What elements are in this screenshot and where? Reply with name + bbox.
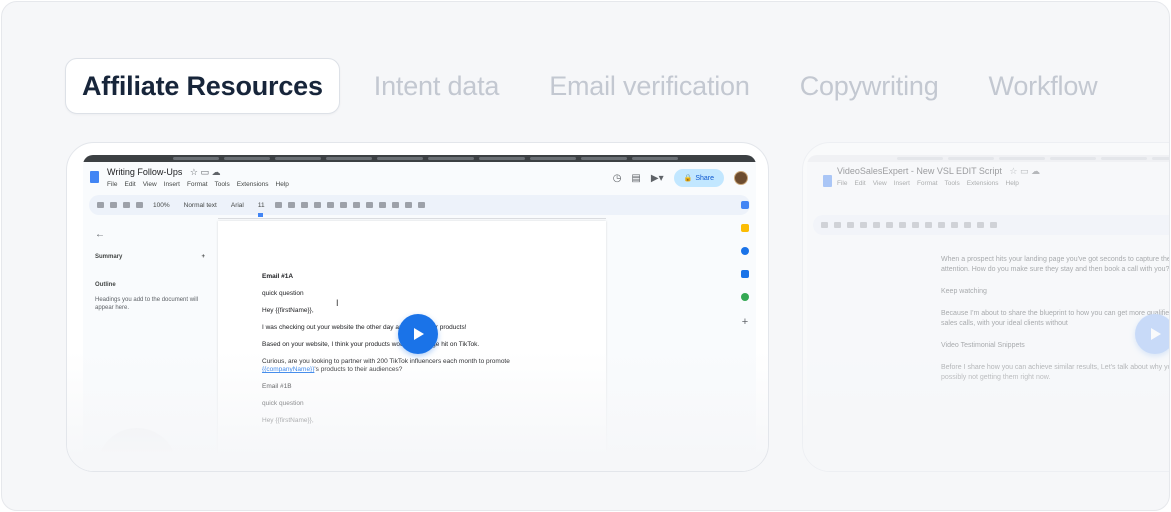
outline-hint: Headings you add to the document will ap… xyxy=(95,297,199,311)
side-panel-rail: + xyxy=(734,195,756,471)
docs-icon xyxy=(90,171,99,183)
tab-copywriting[interactable]: Copywriting xyxy=(784,58,955,114)
video-thumbnail: VideoSalesExpert - New VSL EDIT Script ☆… xyxy=(807,155,1170,471)
doc-header: Writing Follow-Ups ☆ ▭ ☁ File Edit View Ins… xyxy=(83,162,756,195)
share-button: 🔒 Share xyxy=(673,169,724,187)
history-icon: ◷ xyxy=(612,172,622,184)
document-outline: ← Summary + Outline Headings you add to t… xyxy=(95,229,205,312)
doc-menu: File Edit View Insert Format Tools Extensions H… xyxy=(107,181,289,188)
outline-label: Outline xyxy=(95,282,116,288)
comment-icon: ▤ xyxy=(631,172,641,184)
play-icon xyxy=(1151,328,1161,340)
calendar-icon xyxy=(741,201,749,209)
text-cursor-icon: I xyxy=(336,298,339,308)
summary-label: Summary xyxy=(95,254,123,260)
doc-actions: ◷ ▤ ▶▾ 🔒 Share xyxy=(613,169,748,187)
plus-icon: + xyxy=(741,316,749,328)
doc-title: VideoSalesExpert - New VSL EDIT Script ☆… xyxy=(837,166,1040,176)
keep-icon xyxy=(741,224,749,232)
tab-intent-data[interactable]: Intent data xyxy=(358,58,515,114)
tasks-icon xyxy=(741,247,749,255)
doc-title: Writing Follow-Ups ☆ ▭ ☁ xyxy=(107,167,221,177)
video-card-writing-follow-ups[interactable]: Writing Follow-Ups ☆ ▭ ☁ File Edit View Ins… xyxy=(66,142,769,472)
play-button[interactable] xyxy=(1135,314,1169,354)
play-icon xyxy=(414,328,424,340)
email-subject: quick question xyxy=(262,290,304,297)
email-heading: Email #1A xyxy=(262,273,294,280)
browser-tab-strip xyxy=(807,155,1169,162)
script-paragraph: Video Testimonial Snippets xyxy=(941,342,1025,349)
tab-workflow[interactable]: Workflow xyxy=(973,58,1114,114)
email-greeting: Hey {{firstName}}, xyxy=(262,417,314,424)
tab-email-verification[interactable]: Email verification xyxy=(533,58,765,114)
resources-panel: Affiliate Resources Intent data Email ve… xyxy=(1,1,1170,511)
plus-icon: + xyxy=(201,254,205,260)
tab-affiliate-resources[interactable]: Affiliate Resources xyxy=(65,58,340,114)
avatar xyxy=(734,171,748,185)
ruler xyxy=(218,213,606,219)
doc-page: When a prospect hits your landing page y… xyxy=(941,255,1170,395)
contacts-icon xyxy=(741,270,749,278)
browser-tab-strip xyxy=(83,155,756,162)
play-button[interactable] xyxy=(398,314,438,354)
email-heading: Email #1B xyxy=(262,383,292,390)
video-card-vsl-script[interactable]: VideoSalesExpert - New VSL EDIT Script ☆… xyxy=(802,142,1170,472)
video-thumbnail: Writing Follow-Ups ☆ ▭ ☁ File Edit View Ins… xyxy=(83,155,756,471)
email-subject: quick question xyxy=(262,400,304,407)
email-line: Curious, are you looking to partner with… xyxy=(262,358,510,373)
maps-icon xyxy=(741,293,749,301)
script-paragraph: Before I share how you can achieve simil… xyxy=(941,364,1170,381)
category-tabs: Affiliate Resources Intent data Email ve… xyxy=(65,58,1113,114)
lock-icon: 🔒 xyxy=(683,175,693,182)
doc-toolbar xyxy=(813,215,1169,235)
doc-toolbar: 100% Normal text Arial 11 xyxy=(89,195,750,215)
script-paragraph: Keep watching xyxy=(941,288,987,295)
docs-icon xyxy=(823,175,832,187)
arrow-left-icon: ← xyxy=(95,229,105,240)
doc-menu: File Edit View Insert Format Tools Extensions H… xyxy=(837,180,1019,187)
script-paragraph: When a prospect hits your landing page y… xyxy=(941,256,1170,273)
meet-icon: ▶▾ xyxy=(650,172,664,184)
